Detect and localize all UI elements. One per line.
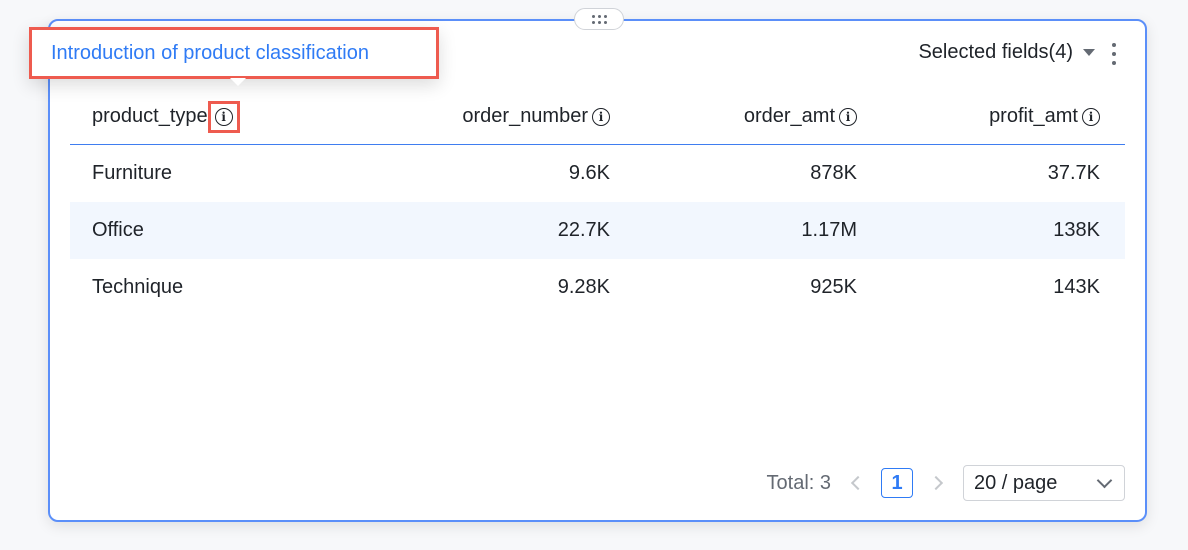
column-header-product-type: product_type i bbox=[70, 100, 370, 133]
column-header-label: product_type bbox=[92, 105, 208, 127]
column-info-tooltip: Introduction of product classification bbox=[29, 27, 439, 79]
info-icon[interactable]: i bbox=[839, 107, 857, 126]
table-header: product_type i order_number i order_amt … bbox=[70, 89, 1125, 145]
cell-product-type: Technique bbox=[92, 276, 184, 298]
cell-order-amt: 878K bbox=[810, 162, 857, 184]
chevron-down-icon bbox=[1096, 472, 1113, 488]
more-options-icon[interactable] bbox=[1109, 43, 1119, 65]
table-row[interactable]: Office 22.7K 1.17M 138K bbox=[70, 202, 1125, 259]
cell-product-type: Office bbox=[92, 219, 144, 241]
cell-profit-amt: 143K bbox=[1053, 276, 1100, 298]
cell-order-amt: 1.17M bbox=[801, 219, 857, 241]
info-icon[interactable]: i bbox=[214, 107, 233, 126]
column-header-profit-amt: profit_amt i bbox=[857, 105, 1100, 128]
column-header-label: order_number bbox=[462, 105, 588, 127]
page-size-select[interactable]: 20 / page bbox=[963, 465, 1125, 501]
cell-profit-amt: 138K bbox=[1053, 219, 1100, 241]
selected-fields-label: Selected fields(4) bbox=[918, 41, 1073, 63]
pagination: Total: 3 1 20 / page bbox=[767, 465, 1125, 501]
column-header-order-amt: order_amt i bbox=[610, 105, 857, 128]
info-icon[interactable]: i bbox=[592, 107, 610, 126]
caret-down-icon bbox=[1083, 49, 1095, 56]
selected-fields-dropdown[interactable]: Selected fields(4) bbox=[918, 41, 1095, 64]
drag-dots-icon bbox=[591, 14, 607, 24]
drag-handle[interactable] bbox=[574, 8, 624, 30]
cell-product-type: Furniture bbox=[92, 162, 173, 184]
cell-profit-amt: 37.7K bbox=[1047, 162, 1100, 184]
cell-order-number: 9.28K bbox=[557, 276, 610, 298]
prev-page-icon[interactable] bbox=[850, 475, 866, 491]
page-number-current[interactable]: 1 bbox=[881, 468, 913, 498]
table-card: Selected fields(4) product_type i order_… bbox=[48, 8, 1147, 522]
table-row[interactable]: Technique 9.28K 925K 143K bbox=[70, 259, 1125, 316]
column-header-order-number: order_number i bbox=[370, 105, 610, 128]
info-icon-highlight[interactable]: i bbox=[207, 100, 240, 133]
page-size-value: 20 / page bbox=[974, 471, 1058, 494]
tooltip-arrow bbox=[230, 78, 246, 86]
total-count: Total: 3 bbox=[766, 471, 831, 494]
column-header-label: order_amt bbox=[743, 105, 835, 127]
cell-order-number: 22.7K bbox=[557, 219, 610, 241]
table-row[interactable]: Furniture 9.6K 878K 37.7K bbox=[70, 145, 1125, 202]
column-header-label: profit_amt bbox=[989, 105, 1078, 127]
cell-order-amt: 925K bbox=[810, 276, 857, 298]
data-table: product_type i order_number i order_amt … bbox=[70, 89, 1125, 316]
info-icon[interactable]: i bbox=[1082, 107, 1100, 126]
next-page-icon[interactable] bbox=[928, 475, 944, 491]
tooltip-text: Introduction of product classification bbox=[51, 41, 369, 64]
cell-order-number: 9.6K bbox=[568, 162, 610, 184]
